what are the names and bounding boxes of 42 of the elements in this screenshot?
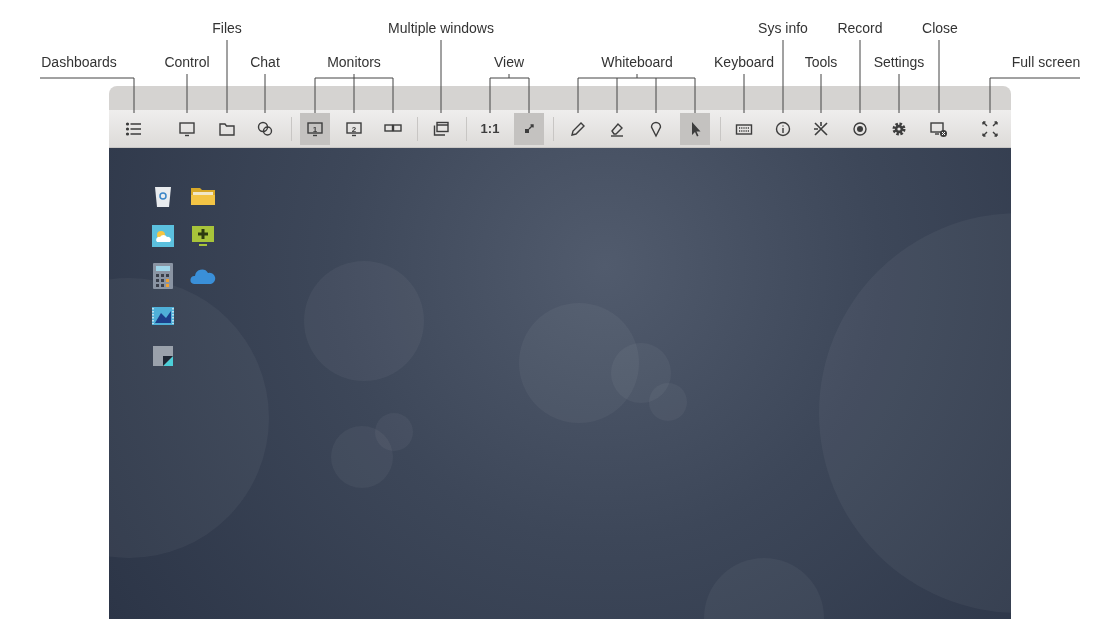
film-icon[interactable]: [152, 307, 174, 325]
callout-label: Control: [164, 53, 210, 71]
callout-label: Sys info: [758, 19, 808, 37]
full-screen-icon: [981, 119, 999, 138]
monitor-close-icon: [930, 119, 948, 138]
monitor-two-button[interactable]: 2: [339, 112, 369, 145]
note-icon[interactable]: [153, 346, 173, 366]
callout-label: Keyboard: [714, 53, 774, 71]
callout-label: Whiteboard: [601, 53, 673, 71]
tools-icon: [812, 119, 830, 138]
pointer-button[interactable]: [680, 112, 710, 145]
monitor-one-button[interactable]: 1: [300, 112, 330, 145]
callout-label: Files: [212, 19, 242, 37]
info-icon: [774, 119, 792, 138]
leader-line: [186, 73, 188, 114]
list-icon: [125, 119, 143, 138]
leader-line: [898, 73, 900, 114]
callout-label: Dashboards: [41, 53, 117, 71]
trash-bin-icon[interactable]: [152, 184, 174, 208]
callout-label: Full screen: [1011, 53, 1081, 71]
calculator-icon[interactable]: [153, 263, 173, 289]
callout-label: Record: [837, 19, 883, 37]
callout-label: View: [493, 53, 525, 71]
folder-icon[interactable]: [190, 186, 216, 206]
callout-label: Chat: [250, 53, 280, 71]
cloud-icon[interactable]: [190, 267, 216, 285]
chat-icon: [256, 119, 274, 138]
record-icon: [851, 119, 869, 138]
callout-label: Multiple windows: [388, 19, 494, 37]
monitor-icon: [178, 119, 196, 138]
monitor-plus-icon[interactable]: [191, 225, 215, 247]
leader-line: [820, 73, 822, 114]
actual-size-button[interactable]: 1:1: [475, 112, 505, 145]
leader-line: [743, 73, 745, 114]
callout-label: Monitors: [327, 53, 381, 71]
leader-line: [489, 73, 530, 114]
leader-line: [264, 73, 266, 114]
windows-icon: [432, 119, 450, 138]
fit-arrow-button[interactable]: [514, 112, 544, 145]
callout-label: Close: [922, 19, 958, 37]
callout-label: Settings: [873, 53, 925, 71]
callout-label: Tools: [804, 53, 838, 71]
